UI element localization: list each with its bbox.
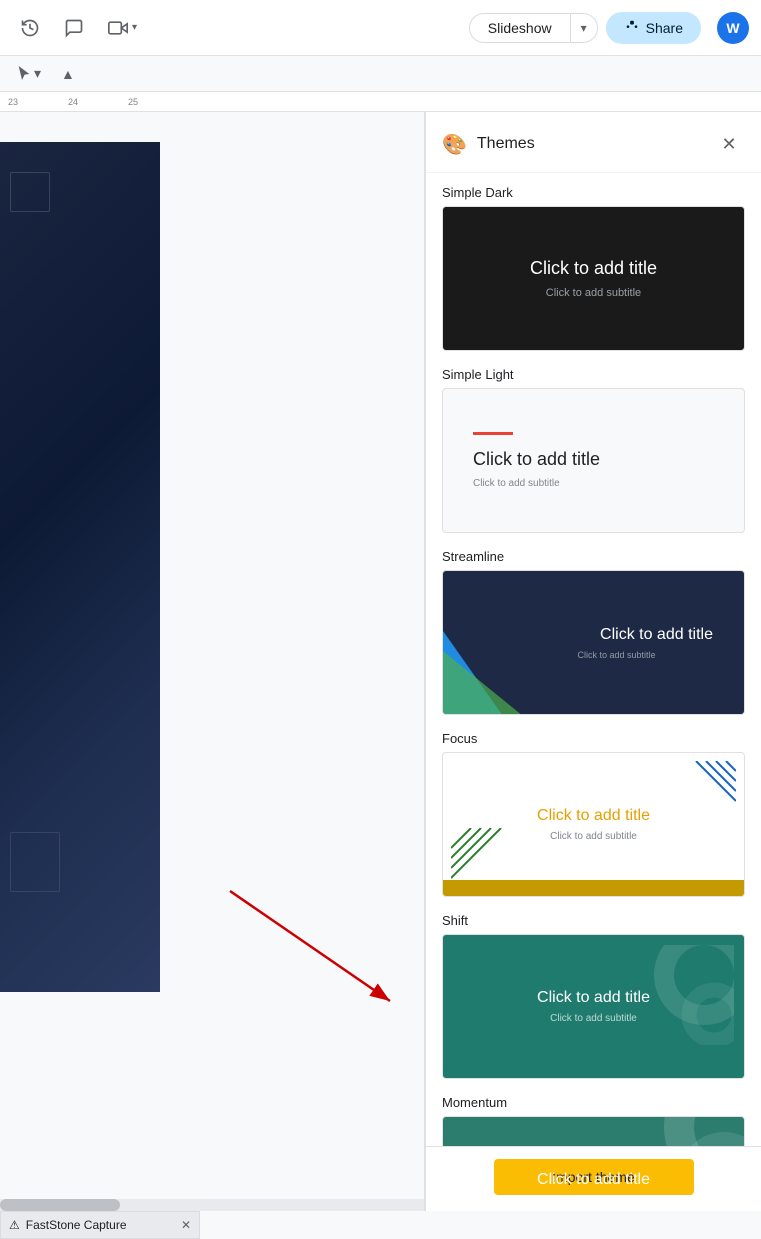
theme-label-momentum: Momentum [442,1095,745,1110]
streamline-shapes-svg [443,571,533,715]
collapse-button[interactable]: ▲ [53,62,83,86]
theme-item-simple-light[interactable]: Simple Light Click to add title Click to… [442,367,745,533]
video-dropdown-icon: ▾ [132,22,137,33]
taskbar-app-name: FastStone Capture [26,1218,127,1232]
focus-lines-top-svg [676,761,736,821]
ruler-tick-24: 24 [68,97,78,107]
ruler: 23 24 25 [0,92,761,112]
avatar[interactable]: W [717,12,749,44]
themes-list: Simple Dark Click to add title Click to … [426,173,761,1211]
slide-shape-bottom [10,832,60,892]
simple-dark-title: Click to add title [530,258,657,279]
annotation-arrow [220,881,420,1031]
taskbar-item[interactable]: ⚠ FastStone Capture ✕ [0,1211,200,1239]
slide-shape-top [10,172,50,212]
taskbar-warning-icon: ⚠ [9,1218,20,1232]
scroll-bar[interactable] [0,1199,424,1211]
cursor-dropdown-icon: ▾ [34,65,41,82]
themes-panel: 🎨 Themes ✕ Simple Dark Click to add titl… [425,112,761,1211]
focus-title: Click to add title [537,807,650,825]
simple-light-title: Click to add title [473,449,600,470]
streamline-subtitle: Click to add subtitle [577,650,655,660]
themes-title: Themes [477,135,535,153]
ruler-tick-25: 25 [128,97,138,107]
themes-close-button[interactable]: ✕ [713,128,745,160]
cursor-tool-button[interactable]: ▾ [8,61,49,86]
scroll-thumb [0,1199,120,1211]
slideshow-dropdown-button[interactable]: ▾ [571,15,597,41]
focus-gold-bar [443,880,744,896]
shift-subtitle: Click to add subtitle [550,1013,637,1024]
taskbar-close-button[interactable]: ✕ [181,1218,191,1232]
themes-palette-icon: 🎨 [442,132,467,157]
theme-label-focus: Focus [442,731,745,746]
focus-subtitle: Click to add subtitle [550,831,637,842]
theme-label-shift: Shift [442,913,745,928]
history-button[interactable] [12,10,48,46]
slideshow-group: Slideshow ▾ [469,13,598,43]
theme-label-streamline: Streamline [442,549,745,564]
collapse-icon: ▲ [61,66,75,82]
main-area: 🎨 Themes ✕ Simple Dark Click to add titl… [0,112,761,1211]
themes-title-group: 🎨 Themes [442,132,535,157]
focus-lines-bottom-svg [451,828,511,888]
theme-preview-focus[interactable]: Click to add title Click to add subtitle [442,752,745,897]
slide-panel [0,112,425,1211]
slideshow-button[interactable]: Slideshow [470,14,570,42]
theme-preview-simple-dark[interactable]: Click to add title Click to add subtitle [442,206,745,351]
simple-dark-subtitle: Click to add subtitle [546,287,641,299]
momentum-title: Click to add title [537,1171,650,1189]
slideshow-dropdown-icon: ▾ [581,21,587,35]
shift-title: Click to add title [537,989,650,1007]
ruler-tick-23: 23 [8,97,18,107]
share-button[interactable]: Share [606,12,701,44]
slide-canvas[interactable] [0,142,160,992]
theme-preview-streamline[interactable]: Click to add title Click to add subtitle [442,570,745,715]
theme-preview-shift[interactable]: Click to add title Click to add subtitle [442,934,745,1079]
themes-header: 🎨 Themes ✕ [426,112,761,173]
theme-item-shift[interactable]: Shift Click to add title Click to add su… [442,913,745,1079]
share-label: Share [646,20,683,36]
theme-item-simple-dark[interactable]: Simple Dark Click to add title Click to … [442,185,745,351]
theme-preview-simple-light[interactable]: Click to add title Click to add subtitle [442,388,745,533]
theme-label-simple-light: Simple Light [442,367,745,382]
subtoolbar: ▾ ▲ [0,56,761,92]
main-toolbar: ▾ Slideshow ▾ Share W [0,0,761,56]
video-button[interactable]: ▾ [100,12,145,44]
simple-light-accent-line [473,432,513,435]
theme-item-streamline[interactable]: Streamline Click to add title Click to a… [442,549,745,715]
simple-light-subtitle: Click to add subtitle [473,478,560,489]
streamline-title: Click to add title [600,626,713,644]
comment-button[interactable] [56,10,92,46]
theme-label-simple-dark: Simple Dark [442,185,745,200]
momentum-subtitle: Click to add subtitle [550,1195,637,1206]
theme-item-focus[interactable]: Focus [442,731,745,897]
